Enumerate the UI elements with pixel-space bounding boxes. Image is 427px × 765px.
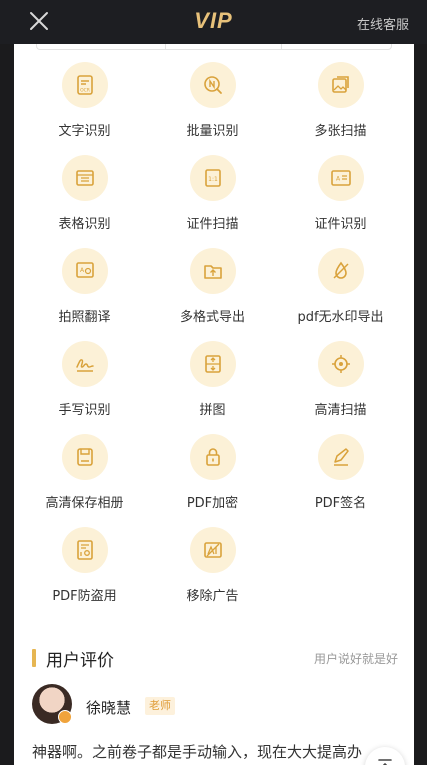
multi-scan-icon: [318, 62, 364, 108]
arrow-up-icon: [378, 759, 392, 765]
tab-strip-edge: [36, 44, 392, 50]
feature-label: PDF签名: [314, 496, 367, 511]
feature-id-scan-button[interactable]: 1:1 证件扫描: [146, 155, 279, 248]
lock-icon: [190, 434, 236, 480]
reviews-title: 用户评价: [46, 650, 114, 671]
feature-label: 手写识别: [58, 403, 111, 418]
review-text: 神器啊。之前卷子都是手动输入，现在大大提高办: [32, 743, 363, 761]
feature-label: 高清保存相册: [45, 496, 124, 511]
feature-batch-recognize-button[interactable]: 批量识别: [146, 62, 279, 155]
table-recognize-icon: [62, 155, 108, 201]
hd-scan-icon: [318, 341, 364, 387]
feature-label: 高清扫描: [314, 403, 367, 418]
feature-lock-button[interactable]: PDF加密: [146, 434, 279, 527]
collage-icon: [190, 341, 236, 387]
reviews-subtitle: 用户说好就是好: [313, 652, 398, 666]
ocr-text-icon: OCR: [62, 62, 108, 108]
crown-badge-icon: [58, 710, 72, 724]
feature-export-button[interactable]: 多格式导出: [146, 248, 279, 341]
vip-page: VIP 在线客服 OCR 文字识别 批量识别 多张扫描表格识别 1:1 证件扫描 A 证件识别…: [0, 0, 427, 765]
svg-text:A: A: [336, 176, 341, 183]
feature-label: 证件识别: [314, 217, 367, 232]
anti-theft-icon: [62, 527, 108, 573]
feature-photo-translate-button[interactable]: A 拍照翻译: [18, 248, 151, 341]
id-scan-icon: 1:1: [190, 155, 236, 201]
feature-label: 拼图: [199, 403, 226, 418]
remove-ads-icon: [190, 527, 236, 573]
feature-save-album-button[interactable]: 高清保存相册: [18, 434, 151, 527]
export-icon: [190, 248, 236, 294]
sign-icon: [318, 434, 364, 480]
feature-label: 文字识别: [58, 124, 111, 139]
save-album-icon: [62, 434, 108, 480]
reviews-heading: 用户评价: [32, 648, 114, 671]
feature-anti-theft-button[interactable]: PDF防盗用: [18, 527, 151, 620]
svg-text:A: A: [80, 267, 85, 274]
heading-accent-bar: [32, 649, 36, 667]
handwriting-icon: [62, 341, 108, 387]
feature-label: 多格式导出: [179, 310, 245, 325]
feature-table-recognize-button[interactable]: 表格识别: [18, 155, 151, 248]
photo-translate-icon: A: [62, 248, 108, 294]
reviewer-role-badge: 老师: [145, 697, 175, 715]
svg-text:1:1: 1:1: [208, 176, 218, 183]
feature-hd-scan-button[interactable]: 高清扫描: [274, 341, 407, 434]
feature-collage-button[interactable]: 拼图: [146, 341, 279, 434]
feature-label: 拍照翻译: [58, 310, 111, 325]
customer-service-link[interactable]: 在线客服: [357, 14, 409, 33]
top-bar: VIP 在线客服: [0, 0, 427, 44]
feature-sign-button[interactable]: PDF签名: [274, 434, 407, 527]
feature-ocr-text-button[interactable]: OCR 文字识别: [18, 62, 151, 155]
no-watermark-icon: [318, 248, 364, 294]
feature-label: 移除广告: [186, 589, 239, 604]
id-recognize-icon: A: [318, 155, 364, 201]
content-sheet: OCR 文字识别 批量识别 多张扫描表格识别 1:1 证件扫描 A 证件识别 A 拍照翻译 多格式导…: [14, 44, 414, 765]
svg-text:OCR: OCR: [80, 88, 90, 94]
feature-label: PDF加密: [186, 496, 239, 511]
feature-label: 批量识别: [186, 124, 239, 139]
feature-label: 证件扫描: [186, 217, 239, 232]
feature-id-recognize-button[interactable]: A 证件识别: [274, 155, 407, 248]
feature-label: pdf无水印导出: [297, 310, 384, 325]
feature-label: 表格识别: [58, 217, 111, 232]
feature-label: 多张扫描: [314, 124, 367, 139]
batch-recognize-icon: [190, 62, 236, 108]
feature-multi-scan-button[interactable]: 多张扫描: [274, 62, 407, 155]
reviewer-name: 徐晓慧: [86, 699, 132, 717]
feature-handwriting-button[interactable]: 手写识别: [18, 341, 151, 434]
feature-label: PDF防盗用: [52, 589, 117, 604]
feature-remove-ads-button[interactable]: 移除广告: [146, 527, 279, 620]
feature-no-watermark-button[interactable]: pdf无水印导出: [274, 248, 407, 341]
